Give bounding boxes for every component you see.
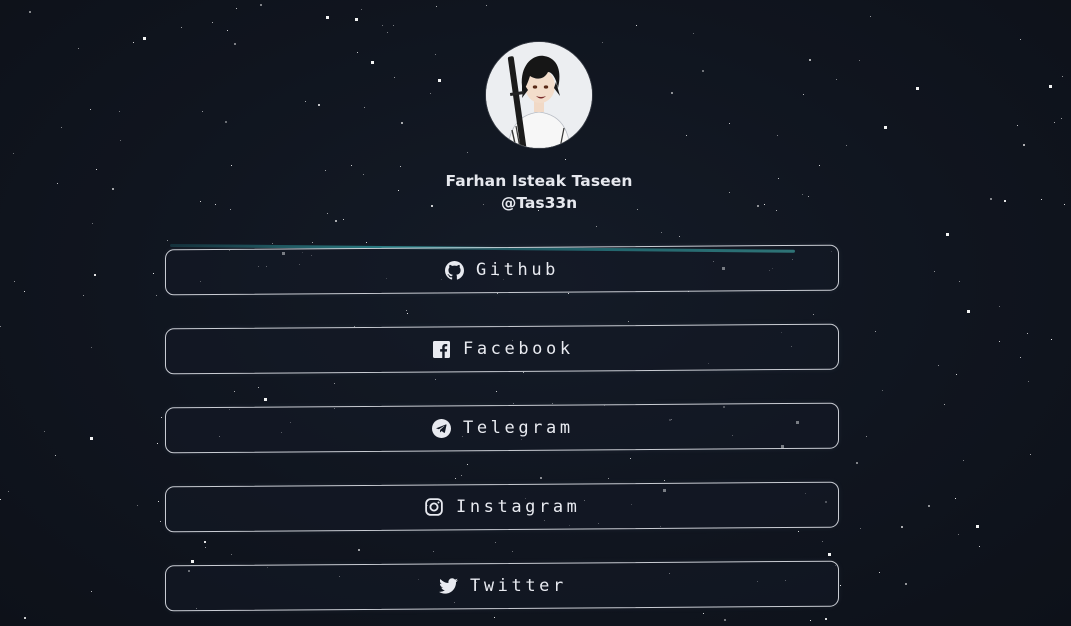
telegram-icon [431,418,451,438]
instagram-icon [424,497,444,517]
twitter-icon [438,576,458,596]
instagram-link-label: Instagram [455,497,581,518]
facebook-link-label: Facebook [462,339,574,359]
twitter-link-label: Twitter [469,576,567,597]
facebook-link-button[interactable]: Facebook [165,323,839,375]
facebook-icon [431,339,451,359]
github-icon [444,260,464,280]
github-link-label: Github [476,260,560,281]
link-list: Github Facebook Telegram Instagram Twitt… [0,0,1071,626]
twitter-link-button[interactable]: Twitter [165,560,839,612]
telegram-link-button[interactable]: Telegram [165,402,839,454]
telegram-link-label: Telegram [462,418,574,438]
instagram-link-button[interactable]: Instagram [165,481,839,533]
github-link-button[interactable]: Github [165,244,839,296]
